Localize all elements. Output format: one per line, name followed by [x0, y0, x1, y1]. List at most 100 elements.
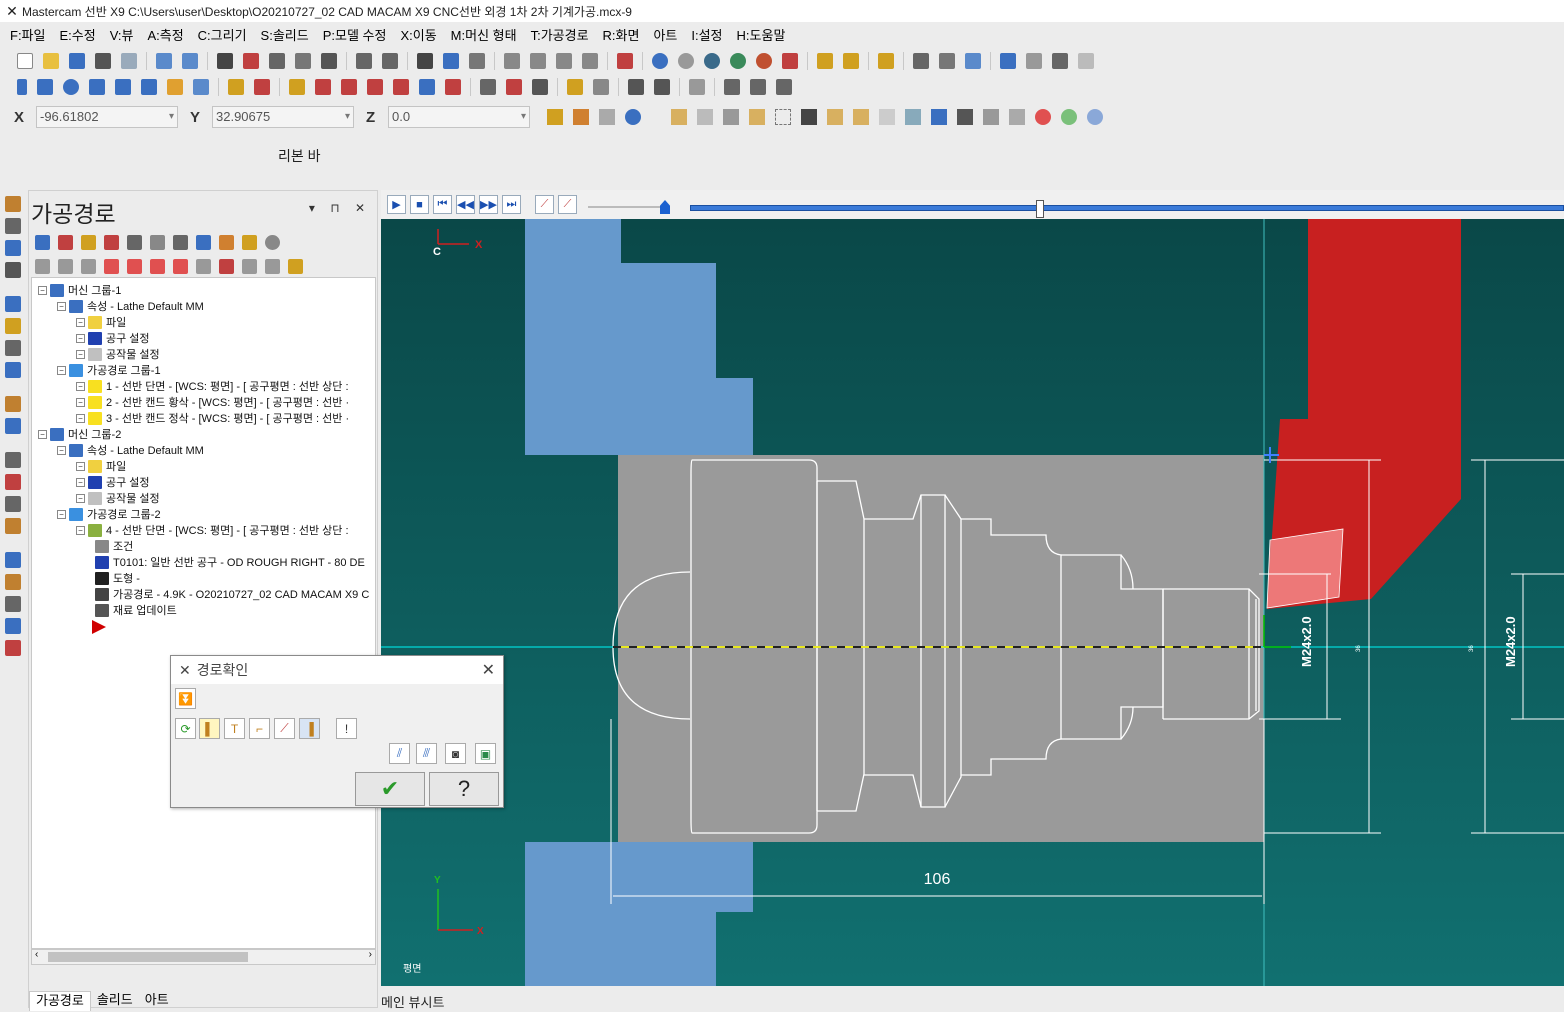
- x-coordinate-input[interactable]: -96.61802: [36, 106, 178, 128]
- analyze-dist-icon[interactable]: [939, 53, 955, 69]
- tree-horizontal-scrollbar[interactable]: ‹ ›: [31, 949, 376, 965]
- viewsheet-tab[interactable]: 메인 뷰시트: [381, 992, 444, 1011]
- dimension-h-icon[interactable]: [628, 79, 644, 95]
- undo-icon[interactable]: [156, 53, 172, 69]
- menu-machine-type[interactable]: M:머신 형태: [451, 25, 517, 44]
- chain-3-icon[interactable]: [776, 79, 792, 95]
- shaded-icon[interactable]: [704, 53, 720, 69]
- point-icon[interactable]: [17, 79, 27, 95]
- analyze-entity-icon[interactable]: [965, 53, 981, 69]
- expand-toggle-icon[interactable]: −: [76, 525, 85, 535]
- dimension-v-icon[interactable]: [654, 79, 670, 95]
- menu-settings[interactable]: I:설정: [691, 25, 722, 44]
- shape-select-icon[interactable]: [931, 109, 947, 125]
- fast-forward-icon[interactable]: ⏭: [502, 195, 521, 214]
- side-view-icon[interactable]: [556, 53, 572, 69]
- lathe-plunge-icon[interactable]: [5, 452, 21, 468]
- post-g1-icon[interactable]: [196, 234, 211, 250]
- scroll-left-icon[interactable]: ‹: [35, 949, 38, 960]
- lathe-quick-3-icon[interactable]: [5, 596, 21, 612]
- chain-icon[interactable]: [724, 79, 740, 95]
- toggle-display-icon[interactable]: [58, 258, 73, 274]
- stop-icon[interactable]: ■: [410, 195, 429, 214]
- tree-item[interactable]: − 1 - 선반 단면 - [WCS: 평면] - [ 공구평면 : 선반 상단 …: [76, 378, 349, 394]
- tree-item[interactable]: − 속성 - Lathe Default MM: [57, 442, 204, 458]
- y-coordinate-input[interactable]: 32.90675: [212, 106, 354, 128]
- cylinder-icon[interactable]: [167, 79, 183, 95]
- mirror-icon[interactable]: [341, 79, 357, 95]
- lathe-chuck-icon[interactable]: [5, 418, 21, 434]
- lathe-stock-icon[interactable]: [5, 396, 21, 412]
- expand-dialog-icon[interactable]: ⏬: [175, 688, 196, 709]
- lathe-quick-4-icon[interactable]: [5, 618, 21, 634]
- tab-solids[interactable]: 솔리드: [91, 991, 139, 1011]
- light-icon[interactable]: [567, 79, 583, 95]
- dialog-close-icon[interactable]: ✕: [482, 660, 495, 680]
- screenshot-icon[interactable]: ◙: [445, 743, 466, 764]
- move-scroll-icon[interactable]: [173, 258, 188, 274]
- toggle-tool-icon[interactable]: ⟋: [558, 195, 577, 214]
- select-only-icon[interactable]: [697, 109, 713, 125]
- pen-icon[interactable]: [817, 53, 833, 69]
- tab-toolpaths[interactable]: 가공경로: [29, 991, 91, 1011]
- redo-icon[interactable]: [182, 53, 198, 69]
- info-icon[interactable]: !: [336, 718, 357, 739]
- insert-arrow-icon[interactable]: [92, 620, 106, 634]
- scale-icon[interactable]: [367, 79, 383, 95]
- regen-icon[interactable]: [593, 79, 609, 95]
- display-holder-icon[interactable]: T: [224, 718, 245, 739]
- project-icon[interactable]: [445, 79, 461, 95]
- select-all-icon[interactable]: [671, 109, 687, 125]
- step-back-icon[interactable]: ◀◀: [456, 195, 475, 214]
- chain-2-icon[interactable]: [750, 79, 766, 95]
- tree-item[interactable]: − 머신 그룹-1: [38, 282, 121, 298]
- face-select-icon[interactable]: [853, 109, 869, 125]
- gear-icon[interactable]: [1000, 53, 1016, 69]
- tree-item[interactable]: − 가공경로 그룹-1: [57, 362, 161, 378]
- tree-item[interactable]: 재료 업데이트: [95, 602, 177, 618]
- panel-help-icon[interactable]: [265, 234, 280, 250]
- play-icon[interactable]: ▶: [387, 195, 406, 214]
- rectangle-icon[interactable]: [89, 79, 105, 95]
- menu-file[interactable]: F:파일: [10, 25, 45, 44]
- expand-toggle-icon[interactable]: −: [57, 445, 66, 455]
- expand-toggle-icon[interactable]: −: [57, 365, 66, 375]
- backplot-progress-thumb[interactable]: [1035, 200, 1044, 218]
- highlight-icon[interactable]: [878, 53, 894, 69]
- menu-xform[interactable]: X:이동: [400, 25, 436, 44]
- lathe-cutoff-icon[interactable]: [5, 362, 21, 378]
- menu-screen[interactable]: R:화면: [603, 25, 640, 44]
- lathe-thread-icon[interactable]: [5, 340, 21, 356]
- tree-item[interactable]: − 머신 그룹-2: [38, 426, 121, 442]
- new-file-icon[interactable]: [17, 53, 33, 69]
- tree-item[interactable]: − 가공경로 그룹-2: [57, 506, 161, 522]
- window-split-icon[interactable]: [532, 79, 548, 95]
- regen-dirty-icon[interactable]: [104, 234, 119, 250]
- verify-icon[interactable]: [173, 234, 188, 250]
- tree-item[interactable]: − 4 - 선반 단면 - [WCS: 평면] - [ 공구평면 : 선반 상단 …: [76, 522, 349, 538]
- rotate-xform-icon[interactable]: [315, 79, 331, 95]
- scroll-right-icon[interactable]: ›: [369, 949, 372, 960]
- window-select-icon[interactable]: [775, 109, 791, 125]
- trim-icon[interactable]: [228, 79, 244, 95]
- expand-toggle-icon[interactable]: −: [76, 333, 85, 343]
- lathe-face-icon[interactable]: [5, 218, 21, 234]
- display-endpoints-icon[interactable]: ⟋: [274, 718, 295, 739]
- tree-item[interactable]: − 3 - 선반 캔드 정삭 - [WCS: 평면] - [ 공구평면 : 선반 …: [76, 410, 349, 426]
- tree-item[interactable]: T0101: 일반 선반 공구 - OD ROUGH RIGHT - 80 DE: [95, 554, 365, 570]
- menu-help[interactable]: H:도움말: [737, 25, 786, 44]
- snap-icon[interactable]: [573, 109, 589, 125]
- cursor-icon[interactable]: [801, 109, 817, 125]
- menu-toolpaths[interactable]: T:가공경로: [531, 25, 589, 44]
- graphics-viewport[interactable]: ▶ ■ ⏮ ◀◀ ▶▶ ⏭ ⟋ ⟋ 106 M24x2.0 M24x2.0 36…: [381, 190, 1564, 986]
- menu-model-prep[interactable]: P:모델 수정: [323, 25, 387, 44]
- edge-select-icon[interactable]: [879, 109, 895, 125]
- expand-toggle-icon[interactable]: −: [57, 301, 66, 311]
- backplot-progress-track[interactable]: [690, 205, 1564, 211]
- grid-icon[interactable]: [1078, 53, 1094, 69]
- display-selected-icon[interactable]: [196, 258, 211, 274]
- lathe-rough-icon[interactable]: [5, 240, 21, 256]
- pointer-icon[interactable]: [957, 109, 973, 125]
- ok-circle-icon[interactable]: [1061, 109, 1077, 125]
- tab-art[interactable]: 아트: [139, 991, 175, 1011]
